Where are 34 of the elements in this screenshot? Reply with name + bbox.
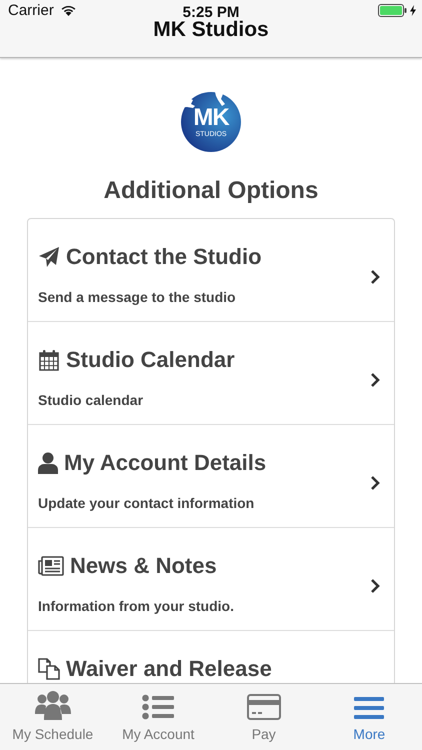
option-row[interactable]: News & Notes Information from your studio. <box>28 528 394 631</box>
clock-time: 5:25 PM <box>182 4 240 21</box>
option-description: Information from your studio. <box>38 597 234 615</box>
list-icon <box>142 694 174 720</box>
menu-icon <box>354 696 384 720</box>
user-icon <box>38 452 58 474</box>
option-title: News & Notes <box>70 552 217 580</box>
carrier-label: Carrier <box>8 2 54 18</box>
copy-icon <box>38 658 60 680</box>
option-description: Update your contact information <box>38 494 256 512</box>
credit-card-icon <box>246 694 281 720</box>
option-title: Waiver and Release <box>66 655 272 683</box>
wifi-icon <box>60 4 77 16</box>
charging-bolt-icon <box>410 4 416 16</box>
option-row[interactable]: My Account Details Update your contact information <box>28 425 394 528</box>
option-title: Contact the Studio <box>66 243 262 271</box>
battery-icon <box>378 4 408 16</box>
newspaper-icon <box>38 556 64 576</box>
people-icon <box>34 690 71 720</box>
option-row[interactable]: Studio Calendar Studio calendar <box>28 322 394 425</box>
send-icon <box>38 246 60 268</box>
chevron-icon <box>370 372 380 388</box>
screen-title: MK Studios <box>153 19 269 41</box>
chevron-icon <box>370 578 380 594</box>
chevron-icon <box>370 474 380 490</box>
option-description: Send a message to the studio <box>38 288 237 306</box>
logo-initials: MK <box>193 106 229 130</box>
section-heading: Additional Options <box>104 176 318 206</box>
option-title: My Account Details <box>64 449 266 477</box>
option-row[interactable]: Contact the Studio Send a message to the studio <box>28 219 394 322</box>
option-description: Studio calendar <box>38 391 144 409</box>
option-title: Studio Calendar <box>66 346 235 374</box>
chevron-icon <box>370 268 380 284</box>
calendar-icon <box>38 349 60 371</box>
